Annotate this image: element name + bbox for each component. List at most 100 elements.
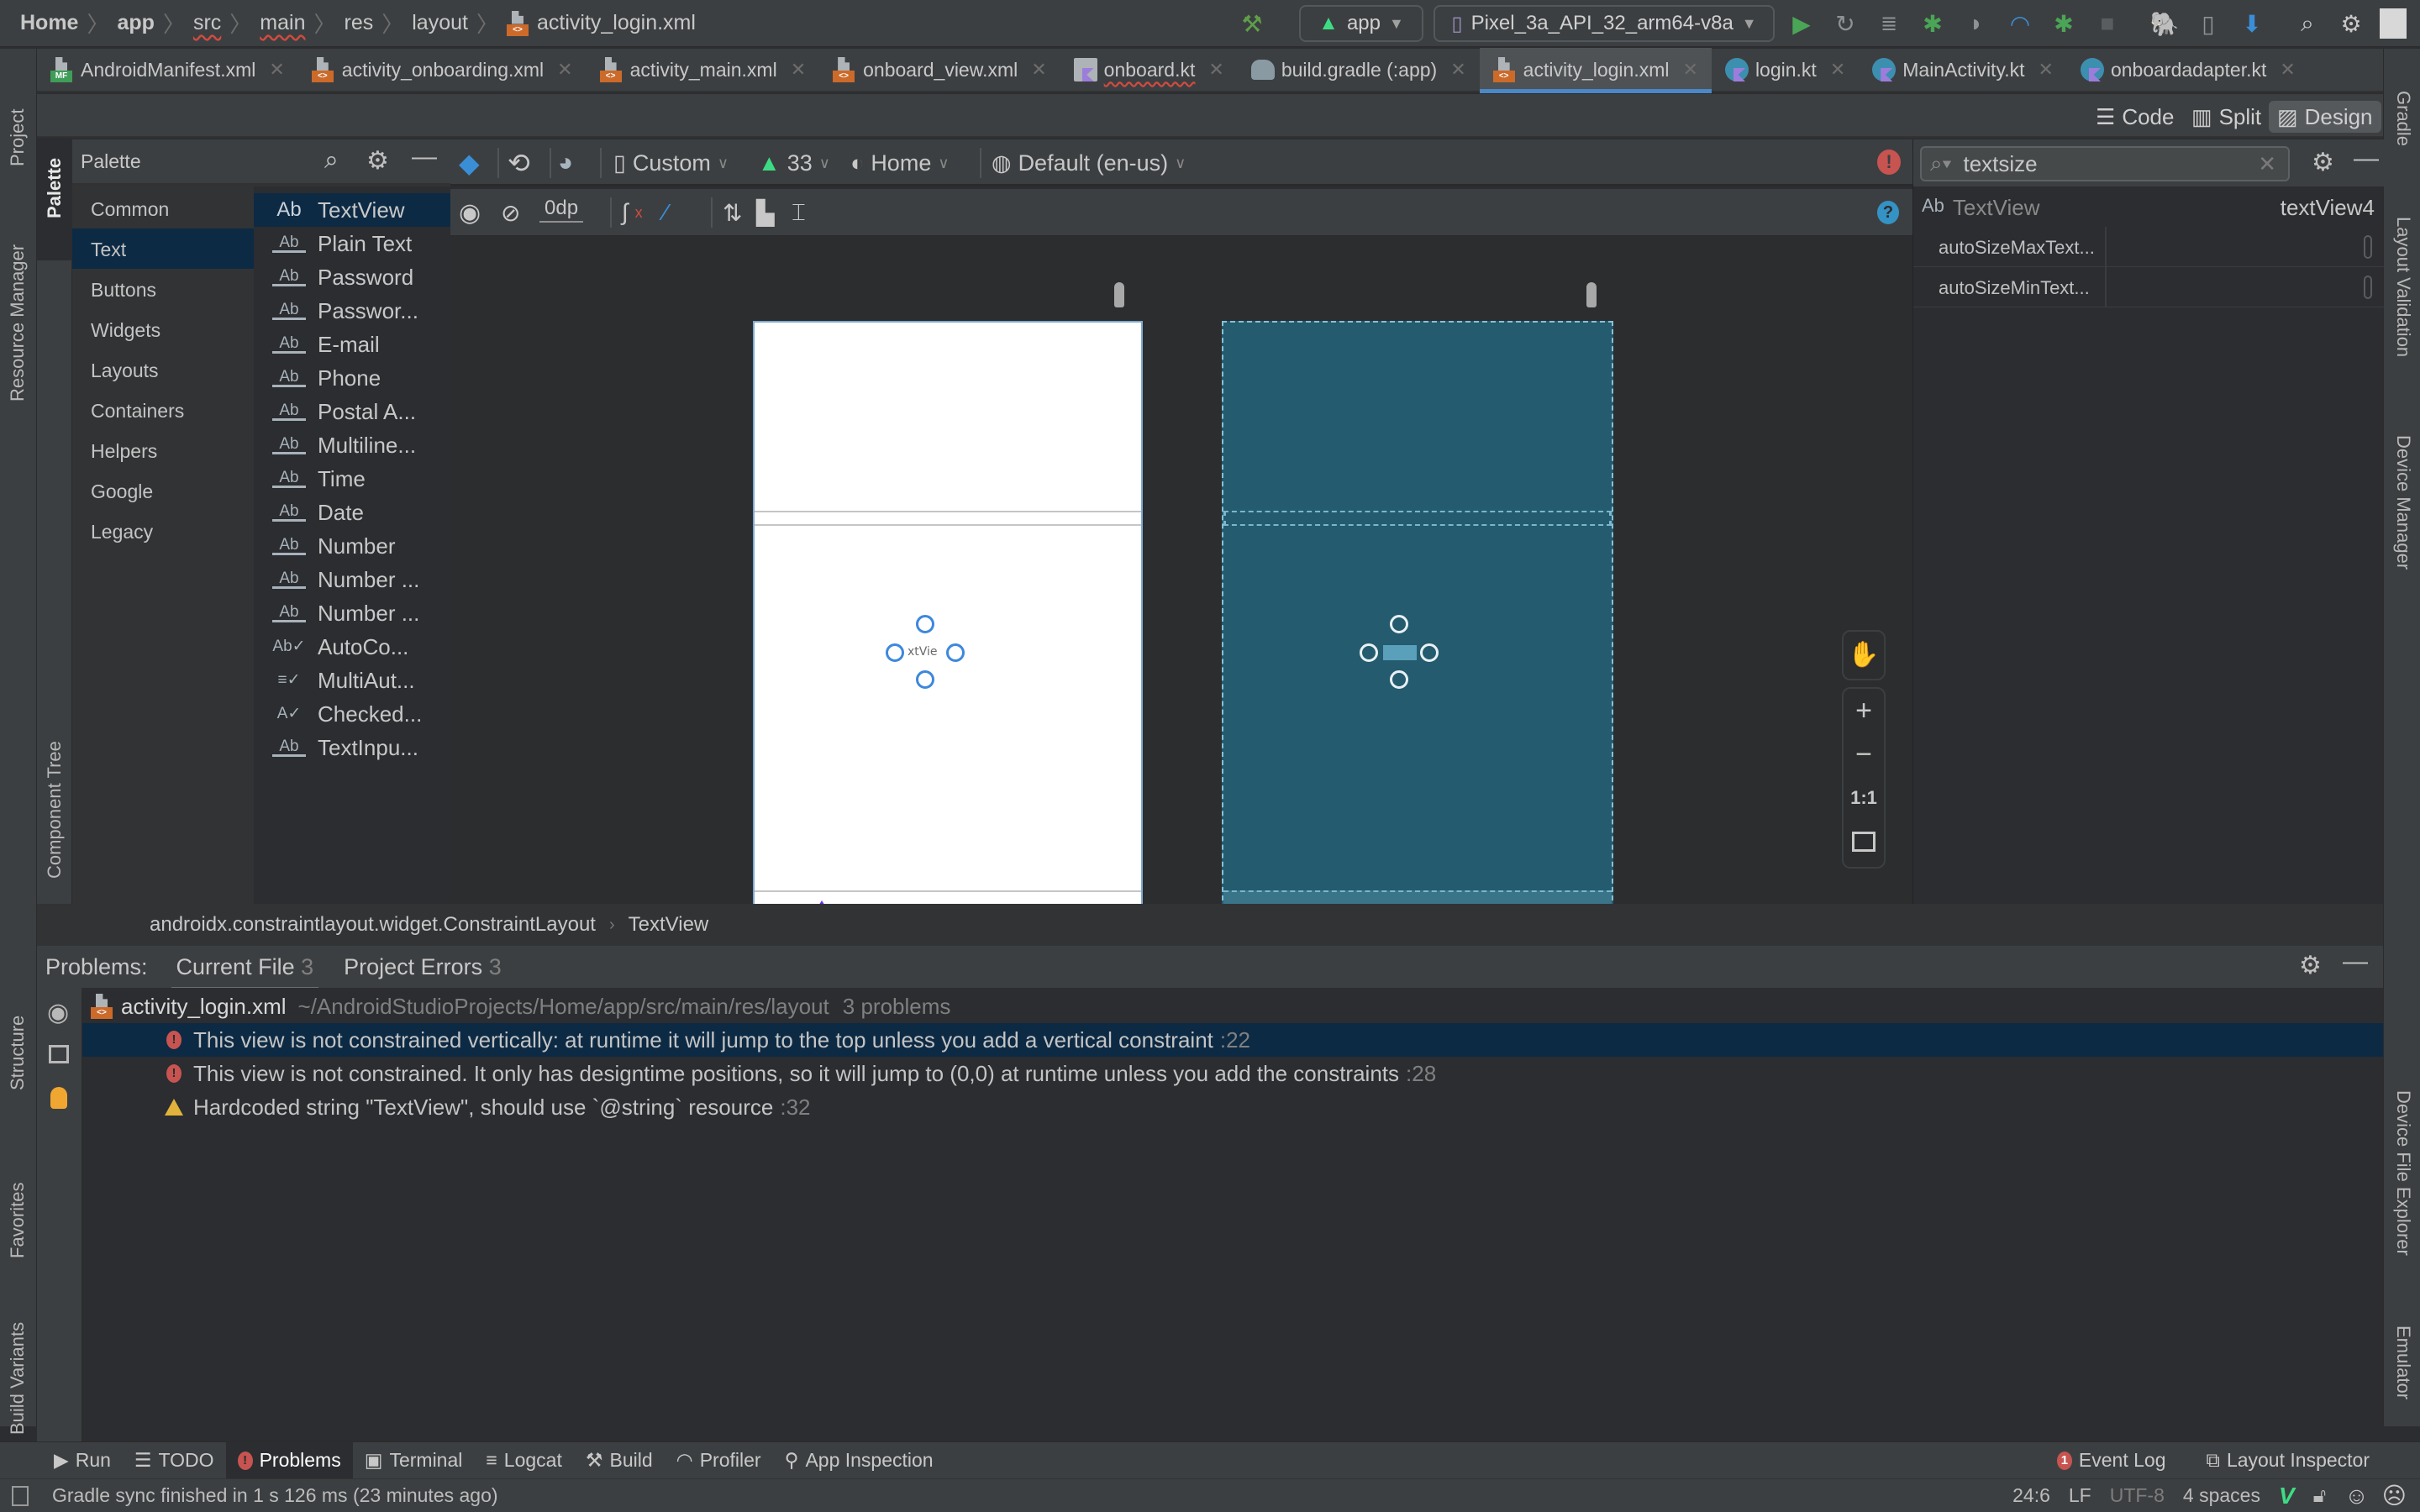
apply-code-changes-icon[interactable]: ≣ bbox=[1872, 7, 1906, 40]
resource-manager-tool-button[interactable]: Resource Manager bbox=[7, 244, 29, 402]
tab-mainactivity-kt[interactable]: MainActivity.kt ✕ bbox=[1859, 48, 2067, 92]
cursor-position[interactable]: 24:6 bbox=[2012, 1484, 2050, 1507]
gear-icon[interactable]: ⚙ bbox=[2299, 951, 2322, 980]
run-config-dropdown[interactable]: ▲ app ▼ bbox=[1299, 5, 1423, 42]
palette-item-number-decimal[interactable]: Ab Number ... bbox=[254, 596, 450, 630]
design-view-phone[interactable]: xtVie bbox=[753, 321, 1143, 904]
gear-icon[interactable]: ⚙ bbox=[2312, 148, 2334, 177]
close-icon[interactable]: ✕ bbox=[269, 59, 284, 81]
error-indicator-icon[interactable]: ! bbox=[1877, 150, 1901, 175]
gradle-sync-icon[interactable]: 🐘 bbox=[2148, 7, 2181, 40]
night-mode-icon[interactable]: ◕ bbox=[558, 146, 573, 180]
pack-icon[interactable]: ⇅ bbox=[723, 196, 742, 229]
event-log-tool-tab[interactable]: 1 Event Log bbox=[2045, 1442, 2178, 1479]
theme-selector[interactable]: ◐ Home ∨ bbox=[850, 146, 950, 180]
help-icon[interactable]: ? bbox=[1877, 201, 1899, 224]
palette-item-multiautocomplete[interactable]: ≡✓ MultiAut... bbox=[254, 664, 450, 697]
avatar-icon[interactable] bbox=[2380, 8, 2407, 39]
problem-row[interactable]: ! This view is not constrained. It only … bbox=[82, 1057, 2383, 1090]
widget-id[interactable]: textView4 bbox=[2281, 195, 2375, 221]
selected-textview[interactable]: xtVie bbox=[886, 615, 965, 689]
preview-icon[interactable] bbox=[49, 1045, 69, 1063]
palette-item-number-signed[interactable]: Ab Number ... bbox=[254, 563, 450, 596]
toggle-tool-windows-icon[interactable] bbox=[12, 1485, 29, 1506]
close-icon[interactable]: ✕ bbox=[791, 59, 806, 81]
eye-icon[interactable]: ◉ bbox=[47, 998, 69, 1027]
device-manager-icon[interactable]: ▯ bbox=[2191, 7, 2225, 40]
orientation-icon[interactable]: ⟲ bbox=[508, 146, 530, 180]
palette-category-layouts[interactable]: Layouts bbox=[91, 360, 159, 382]
indent-setting[interactable]: 4 spaces bbox=[2183, 1484, 2260, 1507]
actual-size-button[interactable]: 1:1 bbox=[1844, 776, 1884, 820]
build-tool-tab[interactable]: ⚒ Build bbox=[574, 1442, 665, 1479]
palette-category-widgets[interactable]: Widgets bbox=[91, 319, 160, 342]
device-file-explorer-tool-button[interactable]: Device File Explorer bbox=[2392, 1090, 2414, 1256]
breadcrumb-layout[interactable]: layout bbox=[412, 11, 468, 35]
gradle-tool-button[interactable]: Gradle bbox=[2392, 91, 2414, 146]
infer-constraints-icon[interactable]: ⁄ bbox=[664, 196, 668, 229]
breadcrumb-current-file[interactable]: activity_login.xml bbox=[537, 11, 696, 35]
design-view-button[interactable]: ▨ Design bbox=[2269, 101, 2381, 133]
component-tree-strip-button[interactable]: Component Tree bbox=[44, 741, 66, 879]
palette-item-time[interactable]: Ab Time bbox=[254, 462, 450, 496]
minimize-icon[interactable]: — bbox=[2343, 948, 2368, 976]
fit-screen-button[interactable] bbox=[1844, 820, 1884, 864]
constraint-handle-right[interactable] bbox=[1420, 643, 1439, 662]
palette-item-multiline[interactable]: Ab Multiline... bbox=[254, 428, 450, 462]
palette-item-textview[interactable]: Ab TextView bbox=[254, 193, 450, 227]
close-icon[interactable]: ✕ bbox=[1450, 59, 1465, 81]
autoconnect-icon[interactable]: ⊘ bbox=[501, 196, 520, 229]
pin-icon[interactable] bbox=[1586, 282, 1597, 307]
breadcrumb-constraintlayout[interactable]: androidx.constraintlayout.widget.Constra… bbox=[150, 913, 596, 937]
attribute-value-field[interactable] bbox=[2364, 276, 2372, 299]
problem-row[interactable]: Hardcoded string "TextView", should use … bbox=[82, 1090, 2383, 1124]
palette-category-containers[interactable]: Containers bbox=[91, 400, 184, 423]
constraint-handle-bottom[interactable] bbox=[1390, 670, 1408, 689]
feedback-sad-icon[interactable]: ☹ bbox=[2382, 1482, 2407, 1509]
run-icon[interactable]: ▶ bbox=[1785, 7, 1818, 40]
breadcrumb-src[interactable]: src bbox=[193, 11, 221, 35]
palette-item-password[interactable]: Ab Password bbox=[254, 260, 450, 294]
minimize-icon[interactable]: — bbox=[2354, 144, 2379, 173]
close-icon[interactable]: ✕ bbox=[2039, 59, 2054, 81]
palette-item-autocomplete[interactable]: Ab✓ AutoCo... bbox=[254, 630, 450, 664]
close-icon[interactable]: ✕ bbox=[2280, 59, 2295, 81]
constraint-handle-bottom[interactable] bbox=[916, 670, 934, 689]
tab-activity-main[interactable]: activity_main.xml✕ bbox=[587, 48, 820, 92]
palette-category-google[interactable]: Google bbox=[91, 480, 153, 503]
palette-item-date[interactable]: Ab Date bbox=[254, 496, 450, 529]
code-view-button[interactable]: ☰ Code bbox=[2087, 101, 2182, 133]
close-icon[interactable]: ✕ bbox=[1208, 59, 1223, 81]
attributes-search-input[interactable]: ⌕▾ textsize ✕ bbox=[1920, 146, 2290, 181]
run-tool-tab[interactable]: ▶ Run bbox=[42, 1442, 123, 1479]
constraint-handle-top[interactable] bbox=[916, 615, 934, 633]
close-icon[interactable]: ✕ bbox=[1830, 59, 1845, 81]
search-icon[interactable]: ⌕ bbox=[324, 146, 339, 175]
close-icon[interactable]: ✕ bbox=[1031, 59, 1046, 81]
file-encoding[interactable]: UTF-8 bbox=[2110, 1484, 2165, 1507]
constraint-handle-right[interactable] bbox=[946, 643, 965, 662]
debug-attach-icon[interactable]: ✱ bbox=[2047, 7, 2081, 40]
tab-login-kt[interactable]: login.kt ✕ bbox=[1712, 48, 1859, 92]
design-canvas[interactable]: xtVie ✋ + − 1:1 bbox=[450, 237, 1912, 904]
tab-onboardadapter-kt[interactable]: onboardadapter.kt ✕ bbox=[2067, 48, 2309, 92]
api-level-selector[interactable]: ▲ 33 ∨ bbox=[758, 146, 830, 180]
breadcrumb-textview[interactable]: TextView bbox=[629, 913, 709, 937]
attribute-value-field[interactable] bbox=[2364, 235, 2372, 259]
tab-activity-onboarding[interactable]: activity_onboarding.xml✕ bbox=[298, 48, 587, 92]
palette-item-phone[interactable]: Ab Phone bbox=[254, 361, 450, 395]
layout-inspector-tool-tab[interactable]: ⧉ Layout Inspector bbox=[2195, 1442, 2382, 1479]
breadcrumb-main[interactable]: main bbox=[260, 11, 305, 35]
palette-category-legacy[interactable]: Legacy bbox=[91, 521, 153, 543]
tab-project-errors[interactable]: Project Errors 3 bbox=[344, 954, 502, 980]
hammer-icon[interactable]: ⚒ bbox=[1235, 7, 1269, 40]
close-icon[interactable]: ✕ bbox=[1683, 59, 1698, 81]
align-icon[interactable]: ▙ bbox=[756, 196, 775, 229]
zoom-out-button[interactable]: − bbox=[1844, 732, 1884, 776]
favorites-tool-button[interactable]: Favorites bbox=[7, 1183, 29, 1258]
tab-androidmanifest[interactable]: AndroidManifest.xml✕ bbox=[37, 48, 298, 92]
debug-icon[interactable]: ✱ bbox=[1916, 7, 1949, 40]
locale-selector[interactable]: ◍ Default (en-us) ∨ bbox=[992, 146, 1186, 180]
device-dropdown[interactable]: ▯ Pixel_3a_API_32_arm64-v8a ▼ bbox=[1434, 5, 1775, 42]
profiler-tool-tab[interactable]: ◠ Profiler bbox=[665, 1442, 773, 1479]
